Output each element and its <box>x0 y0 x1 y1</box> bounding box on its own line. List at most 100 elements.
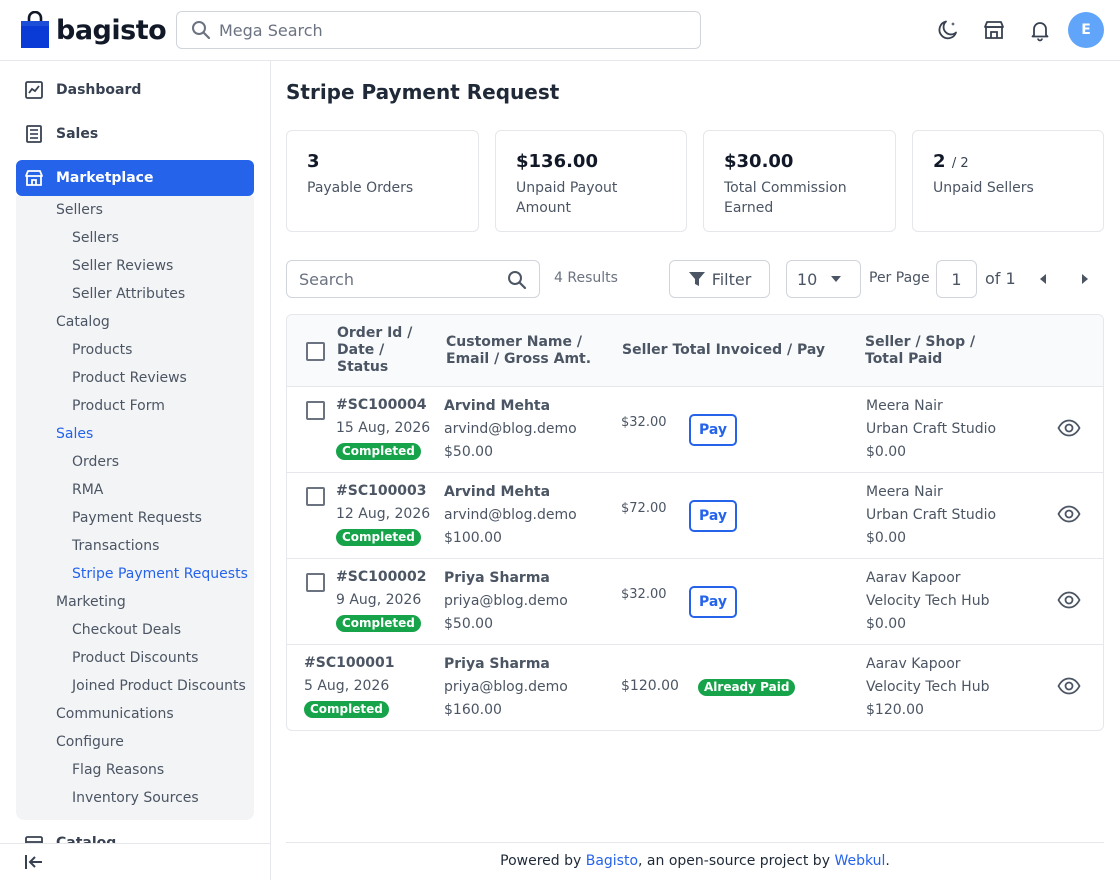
pay-button[interactable]: Pay <box>689 500 737 532</box>
payment-requests-table: Order Id / Date / Status Customer Name /… <box>286 314 1104 731</box>
order-cell: #SC100002 9 Aug, 2026 Completed <box>336 569 427 632</box>
submenu-sellers[interactable]: Sellers <box>56 202 103 218</box>
table-header: Order Id / Date / Status Customer Name /… <box>287 315 1103 387</box>
page-total-label: of 1 <box>985 269 1016 288</box>
per-page-select[interactable]: 10 <box>786 260 861 298</box>
view-eye-icon[interactable] <box>1057 588 1081 612</box>
submenu-configure[interactable]: Configure <box>56 734 124 750</box>
submenu-seller-reviews[interactable]: Seller Reviews <box>72 258 173 274</box>
brand-logo[interactable]: bagisto <box>20 10 167 50</box>
dark-mode-icon[interactable] <box>936 18 960 42</box>
stat-card-unpaid-sellers: 2 / 2 Unpaid Sellers <box>912 130 1104 232</box>
table-row: #SC100003 12 Aug, 2026 Completed Arvind … <box>287 473 1103 559</box>
row-checkbox[interactable] <box>306 487 325 506</box>
submenu-sales[interactable]: Sales <box>56 426 93 442</box>
sidebar-item-sales[interactable]: Sales <box>24 124 98 144</box>
bagisto-link[interactable]: Bagisto <box>586 853 638 869</box>
header-seller[interactable]: Seller / Shop / Total Paid <box>865 334 975 368</box>
status-badge: Completed <box>304 701 389 718</box>
order-cell: #SC100001 5 Aug, 2026 Completed <box>304 655 395 718</box>
status-badge: Completed <box>336 529 421 546</box>
next-page-icon[interactable] <box>1079 272 1093 286</box>
datagrid-search-input[interactable] <box>299 269 499 289</box>
page-footer: Powered by Bagisto, an open-source proje… <box>286 842 1104 880</box>
submenu-joined-product-discounts[interactable]: Joined Product Discounts <box>72 678 246 694</box>
already-paid-badge: Already Paid <box>698 679 796 696</box>
page-title: Stripe Payment Request <box>286 80 560 104</box>
dashboard-icon <box>25 81 43 99</box>
header-customer[interactable]: Customer Name / Email / Gross Amt. <box>446 334 591 368</box>
submenu-orders[interactable]: Orders <box>72 454 119 470</box>
submenu-checkout-deals[interactable]: Checkout Deals <box>72 622 181 638</box>
order-cell: #SC100003 12 Aug, 2026 Completed <box>336 483 431 546</box>
pay-button[interactable]: Pay <box>689 586 737 618</box>
row-checkbox[interactable] <box>306 573 325 592</box>
submenu-transactions[interactable]: Transactions <box>72 538 159 554</box>
top-header: bagisto E <box>0 0 1120 61</box>
table-row: #SC100002 9 Aug, 2026 Completed Priya Sh… <box>287 559 1103 645</box>
search-icon <box>192 21 211 40</box>
seller-cell: Aarav Kapoor Velocity Tech Hub $0.00 <box>866 570 990 632</box>
sidebar-footer <box>0 843 270 880</box>
sales-icon <box>26 125 42 143</box>
status-badge: Completed <box>336 615 421 632</box>
invoiced-amount: $72.00 <box>621 501 667 516</box>
submenu-rma[interactable]: RMA <box>72 482 103 498</box>
view-eye-icon[interactable] <box>1057 674 1081 698</box>
header-order[interactable]: Order Id / Date / Status <box>337 325 412 376</box>
sidebar-item-marketplace[interactable]: Marketplace <box>16 160 254 196</box>
submenu-marketing[interactable]: Marketing <box>56 594 126 610</box>
submenu-product-form[interactable]: Product Form <box>72 398 165 414</box>
sidebar-item-dashboard[interactable]: Dashboard <box>24 80 141 100</box>
webkul-link[interactable]: Webkul <box>834 853 885 869</box>
view-eye-icon[interactable] <box>1057 416 1081 440</box>
seller-cell: Meera Nair Urban Craft Studio $0.00 <box>866 398 997 460</box>
order-cell: #SC100004 15 Aug, 2026 Completed <box>336 397 431 460</box>
invoiced-amount: $32.00 <box>621 587 667 602</box>
stat-card-payable-orders: 3 Payable Orders <box>286 130 479 232</box>
submenu-product-discounts[interactable]: Product Discounts <box>72 650 198 666</box>
storefront-icon[interactable] <box>982 18 1006 42</box>
status-badge: Completed <box>336 443 421 460</box>
page-number-input[interactable]: 1 <box>936 260 977 298</box>
results-count: 4 Results <box>554 270 618 286</box>
collapse-sidebar-icon[interactable] <box>24 853 44 875</box>
submenu-seller-attributes[interactable]: Seller Attributes <box>72 286 185 302</box>
view-eye-icon[interactable] <box>1057 502 1081 526</box>
prev-page-icon[interactable] <box>1037 272 1051 286</box>
submenu-products[interactable]: Products <box>72 342 132 358</box>
pay-button[interactable]: Pay <box>689 414 737 446</box>
user-avatar[interactable]: E <box>1068 12 1104 48</box>
submenu-inventory-sources[interactable]: Inventory Sources <box>72 790 199 806</box>
brand-name: bagisto <box>56 14 167 46</box>
submenu-product-reviews[interactable]: Product Reviews <box>72 370 187 386</box>
per-page-label: Per Page <box>869 270 930 286</box>
submenu-sellers-list[interactable]: Sellers <box>72 230 119 246</box>
table-row: #SC100001 5 Aug, 2026 Completed Priya Sh… <box>287 645 1103 730</box>
customer-cell: Priya Sharma priya@blog.demo $160.00 <box>444 656 568 718</box>
customer-cell: Priya Sharma priya@blog.demo $50.00 <box>444 570 568 632</box>
submenu-flag-reasons[interactable]: Flag Reasons <box>72 762 164 778</box>
submenu-catalog[interactable]: Catalog <box>56 314 110 330</box>
sidebar: Dashboard Sales Marketplace Sellers Sell… <box>0 61 271 880</box>
table-row: #SC100004 15 Aug, 2026 Completed Arvind … <box>287 387 1103 473</box>
submenu-stripe-payment-requests[interactable]: Stripe Payment Requests <box>72 566 248 582</box>
mega-search[interactable] <box>176 11 701 49</box>
customer-cell: Arvind Mehta arvind@blog.demo $100.00 <box>444 484 577 546</box>
filter-icon <box>688 272 705 286</box>
invoiced-amount: $120.00 <box>621 678 679 694</box>
select-all-checkbox[interactable] <box>306 342 325 361</box>
search-icon[interactable] <box>507 270 527 294</box>
submenu-payment-requests[interactable]: Payment Requests <box>72 510 202 526</box>
filter-button[interactable]: Filter <box>669 260 770 298</box>
mega-search-input[interactable] <box>219 20 679 40</box>
seller-cell: Aarav Kapoor Velocity Tech Hub $120.00 <box>866 656 990 718</box>
bell-icon[interactable] <box>1028 18 1052 42</box>
invoiced-amount: $32.00 <box>621 415 667 430</box>
datagrid-search[interactable] <box>286 260 540 298</box>
chevron-down-icon <box>831 276 842 282</box>
stat-card-unpaid-payout: $136.00 Unpaid Payout Amount <box>495 130 687 232</box>
row-checkbox[interactable] <box>306 401 325 420</box>
header-seller-total[interactable]: Seller Total Invoiced / Pay <box>622 342 825 359</box>
submenu-communications[interactable]: Communications <box>56 706 174 722</box>
